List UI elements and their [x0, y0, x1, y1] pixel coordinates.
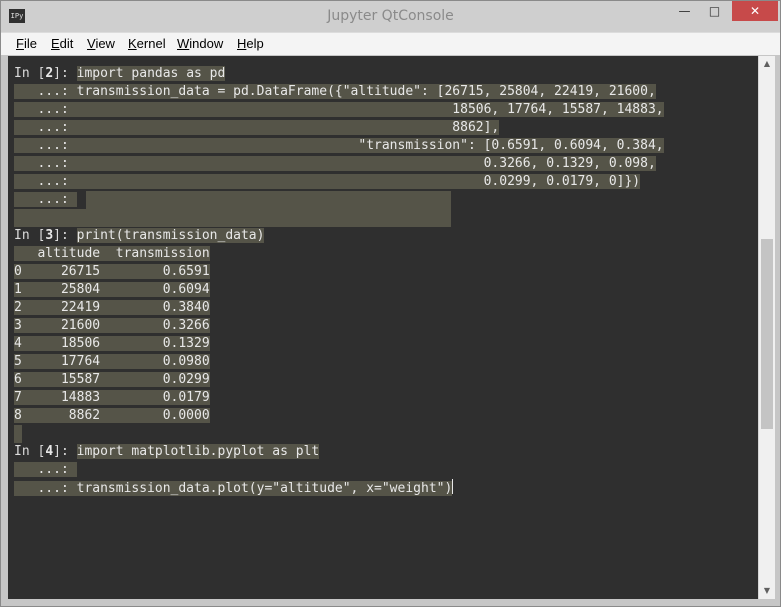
cell-2-blank-selection: [86, 191, 451, 209]
cell-2-code-line: ...: 0.3266, 0.1329, 0.098,: [14, 156, 656, 171]
menu-view[interactable]: View: [87, 36, 115, 51]
cell-4-code-line: ...:: [14, 462, 77, 477]
minimize-icon[interactable]: —: [671, 1, 698, 21]
dataframe-header: altitude transmission: [14, 246, 210, 261]
cell-4-code-line[interactable]: ...: transmission_data.plot(y="altitude"…: [14, 479, 454, 497]
scroll-down-icon[interactable]: ▼: [759, 583, 775, 599]
menu-bar: File Edit View Kernel Window Help: [1, 32, 780, 55]
cell-4-input-line: In [4]: import matplotlib.pyplot as plt: [14, 443, 320, 461]
menu-edit[interactable]: Edit: [51, 36, 73, 51]
dataframe-row: 4 18506 0.1329: [14, 336, 210, 351]
title-bar[interactable]: IPy Jupyter QtConsole — □ ✕: [1, 1, 780, 32]
cell-2-code-line: ...: 18506, 17764, 15587, 14883,: [14, 102, 664, 117]
cell-2-code-line: ...: 8862],: [14, 120, 500, 135]
dataframe-row: 0 26715 0.6591: [14, 264, 210, 279]
cell-3-selection-tail: [14, 425, 22, 443]
scrollbar-thumb[interactable]: [761, 239, 773, 429]
cell-2-code-line: ...: "transmission": [0.6591, 0.6094, 0.…: [14, 138, 664, 153]
dataframe-row: 2 22419 0.3840: [14, 300, 210, 315]
close-icon[interactable]: ✕: [732, 1, 778, 21]
console-output[interactable]: In [2]: import pandas as pd ...: transmi…: [8, 56, 758, 599]
dataframe-row: 7 14883 0.0179: [14, 390, 210, 405]
cell-2-selection-tail: [14, 209, 451, 227]
vertical-scrollbar[interactable]: ▲ ▼: [758, 56, 775, 599]
cell-4-prompt: In [4]:: [14, 444, 77, 459]
menu-help[interactable]: Help: [237, 36, 264, 51]
code-line: import pandas as pd: [76, 66, 226, 81]
menu-file[interactable]: File: [16, 36, 37, 51]
menu-window[interactable]: Window: [177, 36, 223, 51]
code-line: print(transmission_data): [76, 228, 265, 243]
dataframe-row: 6 15587 0.0299: [14, 372, 210, 387]
cell-2-code-line: ...: transmission_data = pd.DataFrame({"…: [14, 84, 656, 99]
maximize-icon[interactable]: □: [701, 1, 728, 21]
cell-2-input-line: In [2]: import pandas as pd: [14, 65, 226, 83]
code-line: import matplotlib.pyplot as plt: [76, 444, 320, 459]
qtconsole-window: IPy Jupyter QtConsole — □ ✕ File Edit Vi…: [0, 0, 781, 607]
cell-2-code-line: ...: 0.0299, 0.0179, 0]}): [14, 174, 641, 189]
window-title: Jupyter QtConsole: [327, 8, 454, 24]
cell-3-prompt: In [3]:: [14, 228, 77, 243]
menu-kernel[interactable]: Kernel: [128, 36, 166, 51]
cell-2-prompt: In [2]:: [14, 66, 77, 81]
cell-3-input-line: In [3]: print(transmission_data): [14, 227, 265, 245]
dataframe-row: 8 8862 0.0000: [14, 408, 210, 423]
dataframe-row: 3 21600 0.3266: [14, 318, 210, 333]
cell-2-code-line: ...:: [14, 192, 77, 207]
dataframe-row: 5 17764 0.0980: [14, 354, 210, 369]
dataframe-row: 1 25804 0.6094: [14, 282, 210, 297]
text-cursor: [452, 479, 454, 494]
scroll-up-icon[interactable]: ▲: [759, 56, 775, 72]
